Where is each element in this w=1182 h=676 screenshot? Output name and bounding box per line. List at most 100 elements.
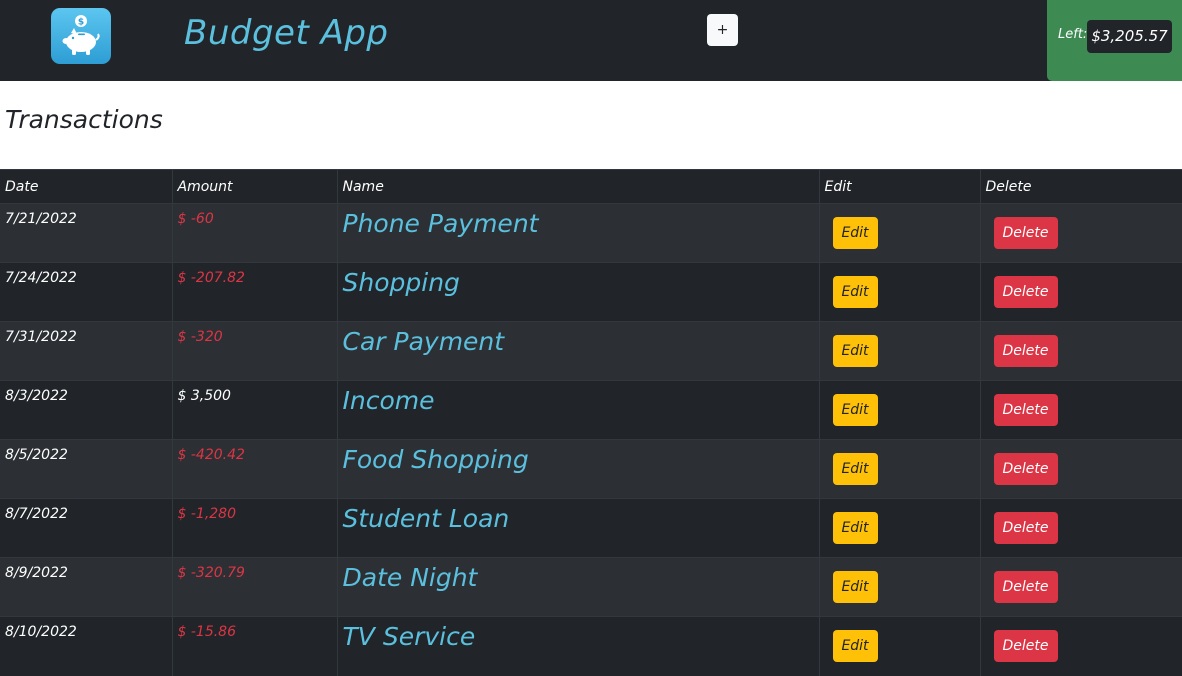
transaction-name: Phone Payment: [342, 209, 539, 238]
name-cell: Date Night: [336, 557, 819, 617]
balance-panel: Left: $3,205.57: [1047, 0, 1182, 81]
column-header-amount: Amount: [171, 169, 337, 204]
amount-cell: $ -420.42: [171, 439, 337, 499]
page-title: Transactions: [5, 105, 163, 134]
edit-cell: Edit: [818, 616, 980, 676]
delete-button[interactable]: Delete: [993, 217, 1058, 249]
delete-cell: Delete: [979, 380, 1182, 440]
table-row: 7/21/2022 $ -60 Phone Payment Edit Delet…: [0, 203, 1182, 263]
edit-button[interactable]: Edit: [832, 630, 878, 662]
transaction-name: Shopping: [342, 268, 460, 297]
delete-cell: Delete: [979, 498, 1182, 558]
transactions-section-header: Transactions: [0, 81, 1182, 169]
amount-cell: $ -320.79: [171, 557, 337, 617]
edit-button[interactable]: Edit: [832, 276, 878, 308]
edit-button[interactable]: Edit: [832, 394, 878, 426]
edit-cell: Edit: [818, 203, 980, 263]
edit-cell: Edit: [818, 321, 980, 381]
transaction-amount: $ -1,280: [177, 506, 237, 522]
add-transaction-button[interactable]: +: [707, 14, 738, 46]
amount-cell: $ -1,280: [171, 498, 337, 558]
date-cell: 7/31/2022: [0, 321, 172, 381]
date-cell: 8/10/2022: [0, 616, 172, 676]
amount-cell: $ 3,500: [171, 380, 337, 440]
edit-cell: Edit: [818, 557, 980, 617]
edit-button[interactable]: Edit: [832, 453, 878, 485]
name-cell: Car Payment: [336, 321, 819, 381]
date-cell: 7/24/2022: [0, 262, 172, 322]
delete-button[interactable]: Delete: [993, 335, 1058, 367]
delete-button[interactable]: Delete: [993, 630, 1058, 662]
transaction-name: Student Loan: [342, 504, 510, 533]
name-cell: TV Service: [336, 616, 819, 676]
amount-cell: $ -60: [171, 203, 337, 263]
table-row: 8/3/2022 $ 3,500 Income Edit Delete: [0, 380, 1182, 440]
transaction-name: Income: [342, 386, 435, 415]
date-cell: 8/5/2022: [0, 439, 172, 499]
date-cell: 8/3/2022: [0, 380, 172, 440]
app-title: Budget App: [184, 13, 389, 53]
delete-cell: Delete: [979, 203, 1182, 263]
transactions-table: Date Amount Name Edit Delete 7/21/2022 $…: [0, 169, 1182, 676]
date-cell: 8/9/2022: [0, 557, 172, 617]
column-header-delete: Delete: [979, 169, 1182, 204]
table-row: 8/5/2022 $ -420.42 Food Shopping Edit De…: [0, 439, 1182, 499]
transaction-name: Car Payment: [342, 327, 505, 356]
svg-text:$: $: [78, 18, 84, 28]
transaction-date: 8/9/2022: [5, 565, 68, 581]
transaction-name: TV Service: [342, 622, 476, 651]
amount-cell: $ -320: [171, 321, 337, 381]
edit-cell: Edit: [818, 498, 980, 558]
table-row: 7/24/2022 $ -207.82 Shopping Edit Delete: [0, 262, 1182, 322]
table-row: 8/7/2022 $ -1,280 Student Loan Edit Dele…: [0, 498, 1182, 558]
name-cell: Income: [336, 380, 819, 440]
edit-button[interactable]: Edit: [832, 335, 878, 367]
delete-button[interactable]: Delete: [993, 453, 1058, 485]
delete-button[interactable]: Delete: [993, 512, 1058, 544]
edit-button[interactable]: Edit: [832, 512, 878, 544]
delete-button[interactable]: Delete: [993, 394, 1058, 426]
transaction-date: 8/5/2022: [5, 447, 68, 463]
table-row: 8/9/2022 $ -320.79 Date Night Edit Delet…: [0, 557, 1182, 617]
amount-cell: $ -15.86: [171, 616, 337, 676]
delete-cell: Delete: [979, 439, 1182, 499]
delete-cell: Delete: [979, 321, 1182, 381]
table-row: 7/31/2022 $ -320 Car Payment Edit Delete: [0, 321, 1182, 381]
balance-label: Left:: [1058, 27, 1088, 42]
edit-button[interactable]: Edit: [832, 571, 878, 603]
transaction-date: 8/7/2022: [5, 506, 68, 522]
delete-button[interactable]: Delete: [993, 276, 1058, 308]
name-cell: Phone Payment: [336, 203, 819, 263]
column-header-name: Name: [336, 169, 819, 204]
table-header-row: Date Amount Name Edit Delete: [0, 169, 1182, 204]
delete-button[interactable]: Delete: [993, 571, 1058, 603]
edit-cell: Edit: [818, 380, 980, 440]
edit-button[interactable]: Edit: [832, 217, 878, 249]
transaction-amount: $ -60: [177, 211, 214, 227]
delete-cell: Delete: [979, 262, 1182, 322]
table-row: 8/10/2022 $ -15.86 TV Service Edit Delet…: [0, 616, 1182, 676]
date-cell: 8/7/2022: [0, 498, 172, 558]
amount-cell: $ -207.82: [171, 262, 337, 322]
piggy-bank-icon[interactable]: $: [51, 8, 111, 64]
transaction-amount: $ 3,500: [177, 388, 231, 404]
balance-value: $3,205.57: [1087, 20, 1172, 53]
edit-cell: Edit: [818, 262, 980, 322]
edit-cell: Edit: [818, 439, 980, 499]
top-navbar: $ Budget App + Left: $3,205.57: [0, 0, 1182, 81]
transaction-amount: $ -320: [177, 329, 223, 345]
transactions-table-body: 7/21/2022 $ -60 Phone Payment Edit Delet…: [0, 203, 1182, 676]
delete-cell: Delete: [979, 557, 1182, 617]
transaction-amount: $ -320.79: [177, 565, 245, 581]
transaction-amount: $ -207.82: [177, 270, 245, 286]
delete-cell: Delete: [979, 616, 1182, 676]
transaction-date: 7/24/2022: [5, 270, 77, 286]
name-cell: Food Shopping: [336, 439, 819, 499]
date-cell: 7/21/2022: [0, 203, 172, 263]
name-cell: Shopping: [336, 262, 819, 322]
transaction-amount: $ -15.86: [177, 624, 237, 640]
transaction-name: Food Shopping: [342, 445, 529, 474]
transaction-date: 7/21/2022: [5, 211, 77, 227]
column-header-date: Date: [0, 169, 172, 204]
name-cell: Student Loan: [336, 498, 819, 558]
